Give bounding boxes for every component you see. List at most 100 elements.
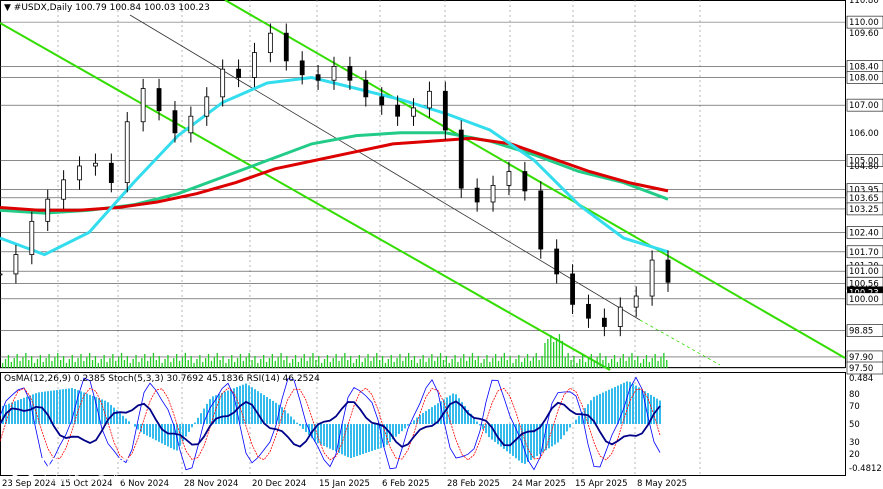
- volume-bar: [619, 358, 621, 368]
- volume-bar: [497, 361, 500, 368]
- volume-bar: [489, 362, 491, 368]
- indicator-axis-label: 50: [849, 420, 860, 430]
- volume-bar: [315, 360, 317, 368]
- volume-bar: [222, 356, 224, 368]
- volume-bar: [19, 361, 21, 368]
- volume-bar: [616, 362, 619, 368]
- candle: [204, 96, 210, 117]
- volume-bar: [173, 358, 175, 368]
- volume-bar: [94, 356, 97, 368]
- osma-bar: [566, 424, 568, 432]
- osma-bar: [44, 391, 46, 424]
- indicator-axis-label: 20: [849, 450, 860, 460]
- volume-bar: [500, 357, 503, 368]
- volume-bar: [274, 361, 276, 368]
- logo-tagline: Instant Forex Trading: [44, 474, 129, 483]
- osma-bar: [557, 424, 559, 443]
- osma-bar: [596, 395, 598, 424]
- osma-bar: [506, 424, 508, 452]
- volume-bar: [193, 363, 195, 368]
- osma-bar: [329, 424, 331, 449]
- volume-bar: [471, 353, 474, 368]
- osma-bar: [245, 383, 247, 424]
- volume-bar: [303, 354, 305, 368]
- volume-bar: [483, 359, 485, 368]
- volume-bar: [65, 363, 68, 368]
- osma-bar: [134, 424, 136, 427]
- osma-bar: [512, 424, 514, 456]
- osma-bar: [368, 424, 370, 452]
- volume-bar: [289, 363, 291, 368]
- volume-bar: [645, 355, 648, 368]
- volume-bar: [425, 362, 427, 368]
- osma-bar: [479, 424, 481, 426]
- volume-bar: [611, 359, 613, 368]
- volume-bar: [126, 356, 128, 368]
- trend-line: [129, 14, 641, 321]
- candle: [45, 198, 51, 222]
- osma-bar: [320, 424, 322, 445]
- osma-bar: [374, 424, 376, 450]
- volume-bar: [529, 361, 532, 368]
- osma-bar: [452, 393, 454, 424]
- osma-bar: [17, 400, 19, 424]
- osma-bar: [92, 395, 94, 424]
- osma-bar: [614, 386, 616, 424]
- volume-bar: [402, 361, 404, 368]
- volume-bar: [573, 356, 575, 368]
- candle: [156, 88, 162, 112]
- osma-bar: [485, 424, 487, 434]
- candle: [601, 317, 607, 327]
- volume-bar: [558, 334, 561, 368]
- volume-bar: [115, 361, 117, 368]
- volume-bar: [355, 359, 358, 368]
- volume-bar: [405, 357, 407, 368]
- volume-bar: [361, 362, 363, 368]
- volume-bar: [358, 355, 360, 368]
- osma-bar: [59, 389, 61, 424]
- volume-bar: [161, 363, 163, 368]
- volume-bar: [454, 355, 456, 368]
- candle: [108, 162, 114, 184]
- osma-bar: [293, 419, 295, 424]
- candle: [267, 32, 273, 53]
- osma-bar: [413, 420, 415, 424]
- price-axis-label: 101.00: [849, 267, 879, 277]
- volume-bar: [460, 358, 462, 368]
- candle: [220, 68, 226, 98]
- price-chart[interactable]: 110.80 110.00 109.60 108.40 108.00 107.00 106.…: [0, 0, 883, 489]
- volume-bar: [236, 358, 239, 368]
- volume-bar: [419, 359, 421, 368]
- osma-bar: [344, 424, 346, 456]
- volume-bar: [4, 359, 7, 368]
- osma-bar: [233, 388, 235, 424]
- ohlc-values: 100.79 100.84 100.03 100.23: [75, 3, 210, 13]
- candle: [61, 179, 67, 200]
- osma-bar: [191, 424, 193, 428]
- volume-bar: [152, 353, 155, 368]
- price-axis-label: 97.50: [849, 364, 873, 374]
- volume-bar: [123, 360, 126, 368]
- volume-bar: [538, 360, 540, 368]
- volume-bar: [248, 353, 250, 368]
- volume-bar: [283, 360, 285, 368]
- volume-bar: [376, 353, 378, 368]
- candle: [315, 74, 321, 81]
- volume-bar: [28, 360, 30, 368]
- osma-bar: [425, 411, 427, 424]
- collapse-arrow-icon[interactable]: ▼: [4, 3, 11, 13]
- volume-bar: [413, 356, 416, 368]
- volume-bar: [477, 356, 479, 368]
- candle: [188, 115, 194, 134]
- volume-bar: [181, 357, 184, 368]
- chart-canvas[interactable]: 110.80 110.00109.60 108.40108.00 107.00 106.…: [0, 0, 883, 489]
- volume-bar: [71, 355, 73, 368]
- volume-bar: [561, 341, 563, 368]
- osma-bar: [428, 409, 430, 424]
- volume-bar: [442, 360, 445, 368]
- volume-bar: [294, 355, 297, 368]
- indicator-axis-label: 70: [849, 402, 860, 412]
- osma-bar: [263, 395, 265, 424]
- ema144-line: [0, 131, 669, 215]
- volume-bar: [31, 356, 33, 368]
